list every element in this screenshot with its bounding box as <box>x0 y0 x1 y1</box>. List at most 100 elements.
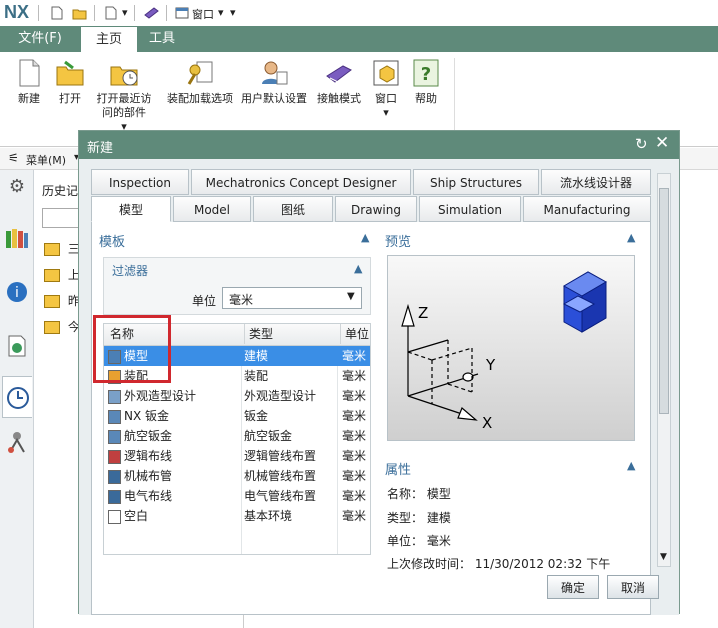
user-defaults-button[interactable]: 用户默认设置 <box>238 58 310 106</box>
tab-tools[interactable]: 工具 <box>142 26 182 52</box>
column-header-unit[interactable]: 单位 <box>340 324 370 344</box>
open-recent-button[interactable]: 打开最近访问的部件 ▾ <box>92 58 156 134</box>
window-icon[interactable] <box>175 6 189 20</box>
history-palette-icon[interactable] <box>5 334 29 358</box>
list-item[interactable]: 上 <box>44 266 80 283</box>
cell-unit: 毫米 <box>342 369 367 383</box>
cell-name: 航空钣金 <box>124 429 173 443</box>
unit-select[interactable]: 毫米 ▼ <box>222 287 362 309</box>
ok-button[interactable]: 确定 <box>547 575 599 599</box>
tab-file[interactable]: 文件(F) <box>8 26 72 52</box>
folder-icon <box>44 269 60 282</box>
assembly-load-options-button[interactable]: 装配加载选项 <box>164 58 236 106</box>
cell-unit: 毫米 <box>342 449 367 463</box>
open-button-label: 打开 <box>59 92 81 105</box>
table-row[interactable]: 机械布管 机械管线布置 毫米 <box>104 466 370 486</box>
nx-logo: NX <box>4 2 30 22</box>
list-item[interactable]: 三 <box>44 240 80 257</box>
template-icon <box>108 410 121 424</box>
svg-text:?: ? <box>421 64 431 85</box>
gear-icon[interactable]: ⚙ <box>5 176 29 200</box>
list-item[interactable]: 今 <box>44 318 80 335</box>
new-window-icon[interactable] <box>104 6 118 20</box>
table-row[interactable]: 航空钣金 航空钣金 毫米 <box>104 426 370 446</box>
tab-manufacturing[interactable]: Manufacturing <box>523 196 651 222</box>
preview-section-title: 预览 <box>385 235 412 250</box>
chevron-up-icon[interactable]: ▲ <box>627 231 635 244</box>
open-recent-label: 打开最近访问的部件 <box>96 92 152 119</box>
window-button[interactable]: 窗口 ▾ <box>368 58 404 120</box>
cell-name: 外观造型设计 <box>124 389 197 403</box>
tab-model-cn[interactable]: 模型 <box>91 196 171 222</box>
ribbon-tab-bar: 文件(F) 主页 工具 <box>0 26 718 52</box>
close-icon[interactable]: ✕ <box>655 133 669 153</box>
tab-home[interactable]: 主页 <box>80 26 138 52</box>
cell-name: NX 钣金 <box>124 409 170 423</box>
tab-mechatronics[interactable]: Mechatronics Concept Designer <box>191 169 411 195</box>
cell-name: 逻辑布线 <box>124 449 173 463</box>
cell-unit: 毫米 <box>342 389 367 403</box>
tab-drawing[interactable]: Drawing <box>335 196 417 222</box>
new-file-icon[interactable] <box>50 6 64 20</box>
chevron-up-icon[interactable]: ▲ <box>361 231 369 244</box>
touch-mode-button[interactable]: 接触模式 <box>314 58 364 106</box>
cell-type: 钣金 <box>244 409 269 423</box>
cell-unit: 毫米 <box>342 349 367 363</box>
window-menu-label[interactable]: 窗口 <box>192 6 214 22</box>
user-settings-icon <box>259 58 289 88</box>
tab-line-designer[interactable]: 流水线设计器 <box>541 169 651 195</box>
table-row[interactable]: 外观造型设计 外观造型设计 毫米 <box>104 386 370 406</box>
table-row[interactable]: 电气布线 电气管线布置 毫米 <box>104 486 370 506</box>
reset-icon[interactable]: ↻ <box>635 135 648 153</box>
table-row[interactable]: 空白 基本环境 毫米 <box>104 506 370 526</box>
template-icon <box>108 470 121 484</box>
open-folder-icon[interactable] <box>72 6 87 20</box>
axis-label-z: Z <box>418 304 428 322</box>
chevron-up-icon[interactable]: ▲ <box>627 459 635 472</box>
list-item[interactable]: 昨 <box>44 292 80 309</box>
roles-icon[interactable] <box>5 430 29 454</box>
chevron-down-icon: ▼ <box>347 291 355 302</box>
web-browser-icon[interactable]: i <box>5 280 29 304</box>
cell-name: 空白 <box>124 509 149 523</box>
new-button[interactable]: 新建 <box>10 58 48 106</box>
scrollbar-thumb[interactable] <box>659 188 669 414</box>
tab-ship-structures[interactable]: Ship Structures <box>413 169 539 195</box>
recent-parts-icon <box>109 58 139 88</box>
touch-mode-icon[interactable] <box>144 6 159 20</box>
template-icon <box>108 390 121 404</box>
cell-name: 机械布管 <box>124 469 173 483</box>
tab-drawing-cn[interactable]: 图纸 <box>253 196 333 222</box>
model-cube-icon <box>562 271 608 333</box>
chevron-down-icon[interactable]: ▾ <box>368 106 404 120</box>
window-cube-icon <box>371 58 401 88</box>
highlight-box <box>93 315 171 383</box>
template-icon <box>108 510 121 524</box>
new-dialog: 新建 ↻ ✕ Inspection Mechatronics Concept D… <box>78 130 680 615</box>
open-button[interactable]: 打开 <box>52 58 88 106</box>
menu-button[interactable]: 菜单(M) <box>26 152 66 168</box>
help-button[interactable]: ? 帮助 <box>410 58 442 106</box>
dialog-scrollbar[interactable]: ▼ <box>657 173 671 567</box>
open-folder-icon <box>55 58 85 88</box>
chevron-down-icon[interactable]: ▾ <box>218 6 224 19</box>
history-tab[interactable] <box>2 376 32 418</box>
cell-unit: 毫米 <box>342 409 367 423</box>
cell-type: 基本环境 <box>244 509 293 523</box>
model-axes-preview: Z Y X <box>401 271 608 432</box>
tab-inspection[interactable]: Inspection <box>91 169 189 195</box>
column-header-type[interactable]: 类型 <box>244 324 339 344</box>
chevron-up-icon[interactable]: ▲ <box>354 262 362 275</box>
chevron-down-icon[interactable]: ▼ <box>660 552 667 562</box>
table-row[interactable]: NX 钣金 钣金 毫米 <box>104 406 370 426</box>
chevron-down-icon[interactable]: ▾ <box>230 6 236 19</box>
help-label: 帮助 <box>415 92 437 105</box>
cell-unit: 毫米 <box>342 489 367 503</box>
tab-simulation[interactable]: Simulation <box>419 196 521 222</box>
toolbar-separator <box>134 5 135 21</box>
table-row[interactable]: 逻辑布线 逻辑管线布置 毫米 <box>104 446 370 466</box>
cancel-button[interactable]: 取消 <box>607 575 659 599</box>
tab-model[interactable]: Model <box>173 196 251 222</box>
assembly-navigator-icon[interactable] <box>5 226 29 250</box>
chevron-down-icon[interactable]: ▾ <box>122 6 128 19</box>
